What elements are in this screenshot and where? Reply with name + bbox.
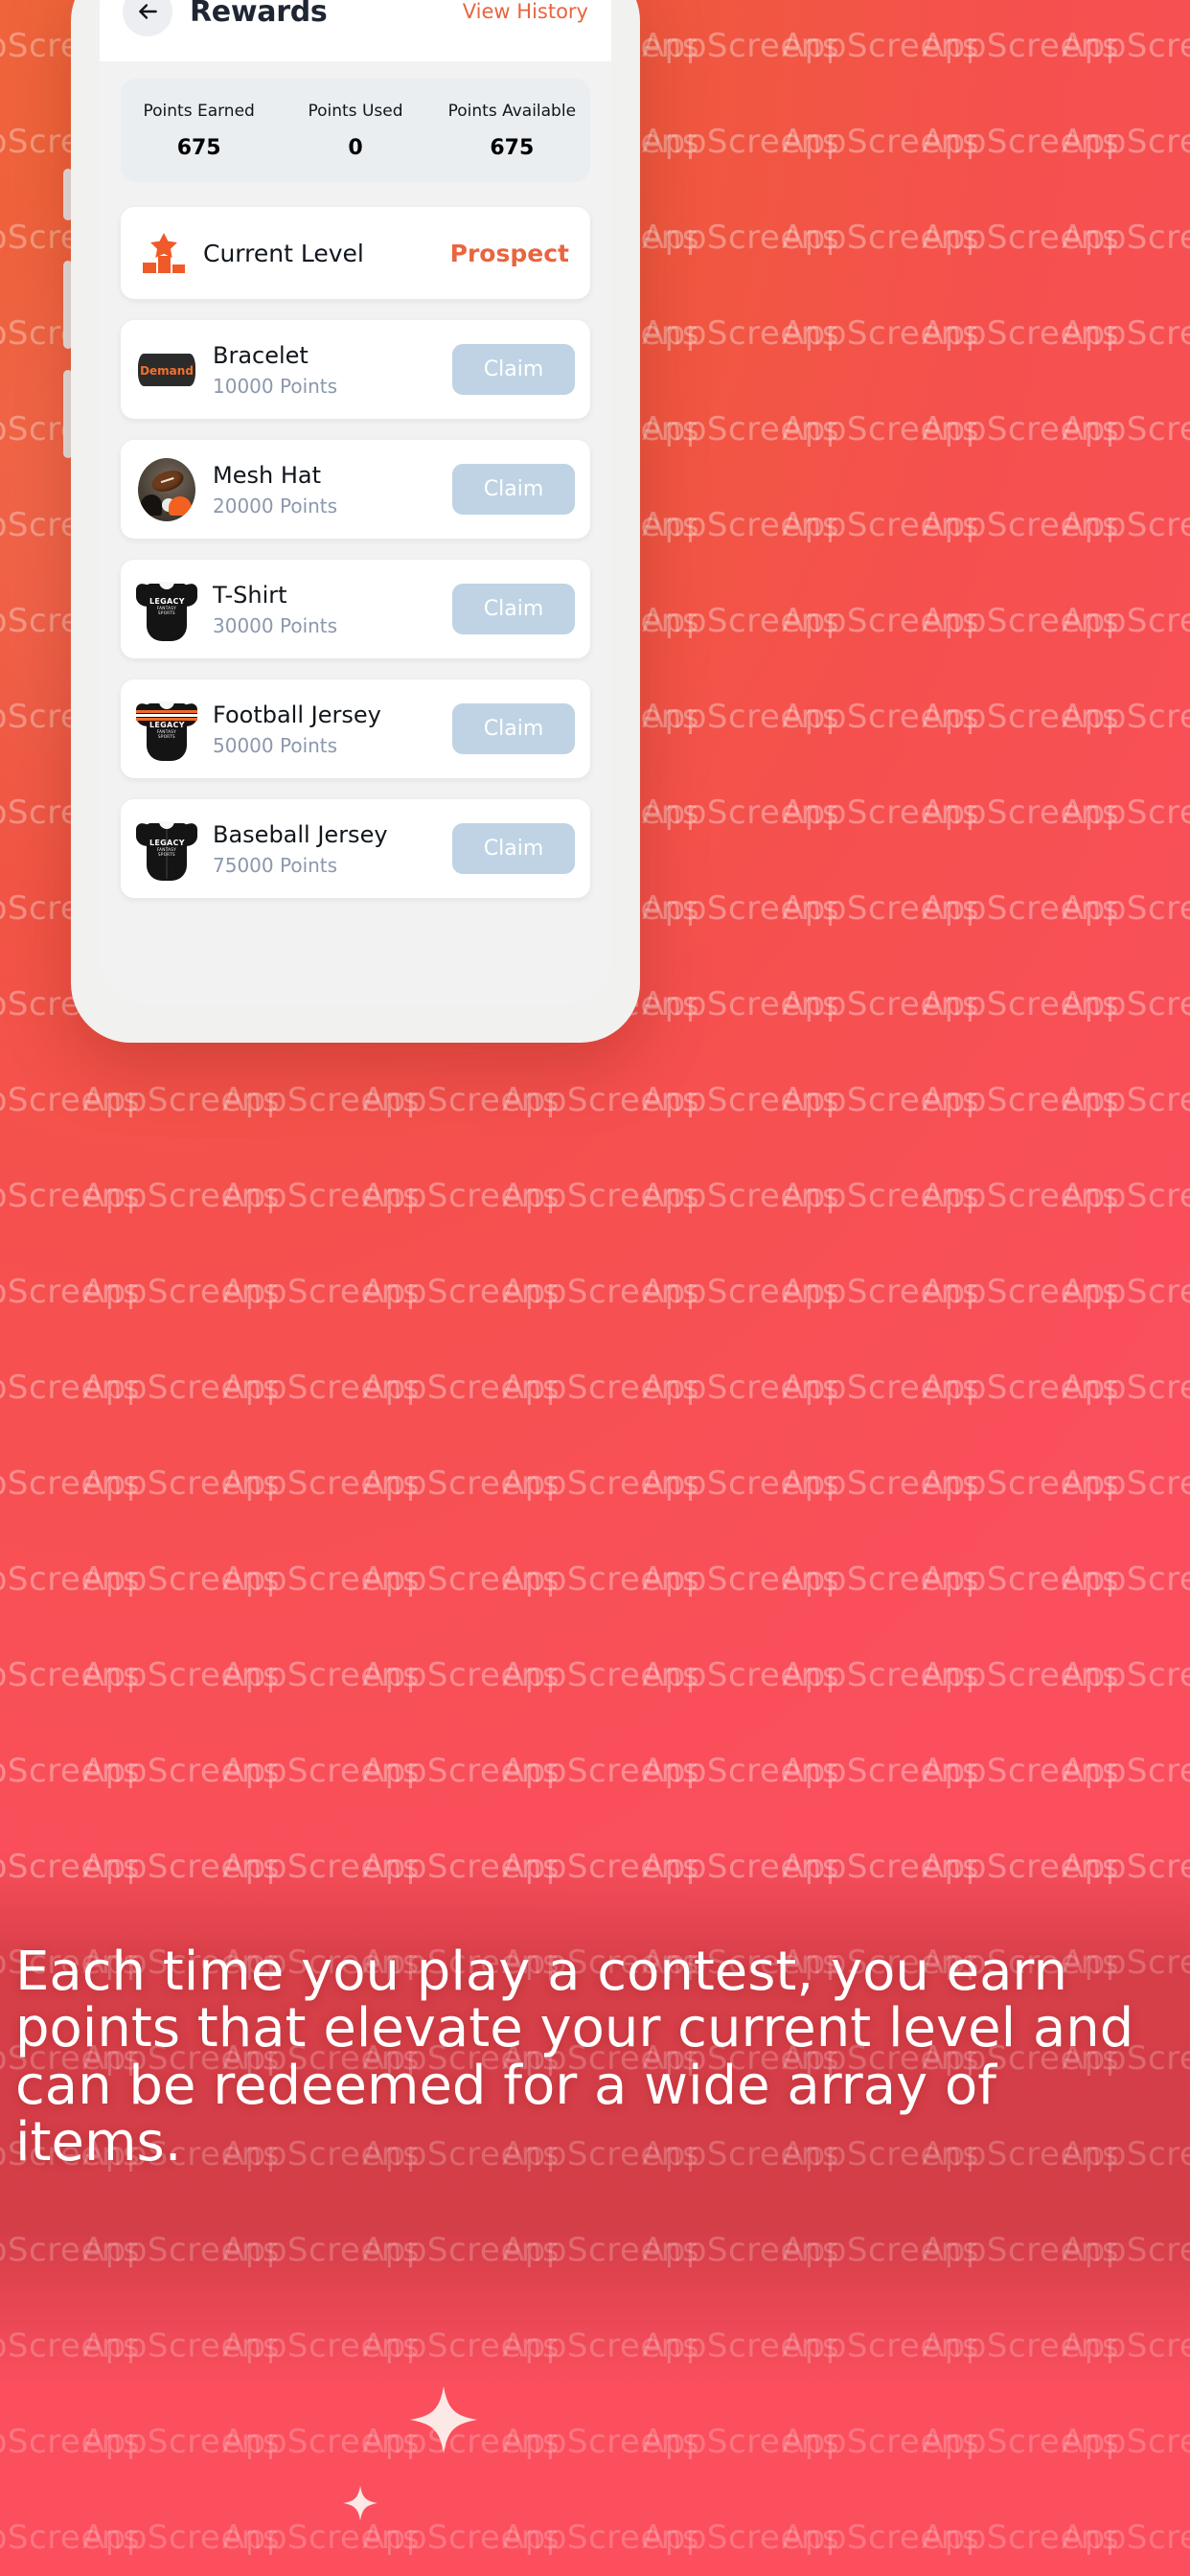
bracelet-badge-label: Demand xyxy=(140,363,194,378)
football-jersey-image: LEGACY FANTASY SPORTS xyxy=(136,696,197,763)
football-icon xyxy=(149,466,187,495)
tshirt-thumbnail: LEGACY FANTASY SPORTS xyxy=(136,576,197,643)
reward-text: Baseball Jersey 75000 Points xyxy=(213,821,452,877)
reward-name: Baseball Jersey xyxy=(213,820,388,848)
baseball-jersey-thumbnail: LEGACY FANTASY SPORTS xyxy=(136,816,197,883)
stat-label: Points Used xyxy=(308,101,403,121)
stat-value: 0 xyxy=(348,135,363,160)
jersey-stripe-orange xyxy=(136,709,197,713)
reward-row[interactable]: LEGACY FANTASY SPORTS Baseball Jersey 75… xyxy=(121,799,590,898)
stat-label: Points Earned xyxy=(143,101,255,121)
points-summary-card: Points Earned 675 Points Used 0 Points A… xyxy=(121,79,590,182)
current-level-value: Prospect xyxy=(449,239,569,267)
reward-points: 50000 Points xyxy=(213,733,338,757)
brand-logo-text: LEGACY xyxy=(149,838,185,847)
claim-button[interactable]: Claim xyxy=(452,584,575,634)
reward-name: Mesh Hat xyxy=(213,461,321,489)
claim-button[interactable]: Claim xyxy=(452,823,575,874)
brand-logo-text: LEGACY xyxy=(149,720,185,729)
brand-logo-subtext: FANTASY SPORTS xyxy=(156,846,177,857)
claim-button[interactable]: Claim xyxy=(452,344,575,395)
reward-row[interactable]: Demand Bracelet 10000 Points Claim xyxy=(121,320,590,419)
current-level-card[interactable]: Current Level Prospect xyxy=(121,207,590,299)
reward-text: Football Jersey 50000 Points xyxy=(213,702,452,757)
reward-points: 20000 Points xyxy=(213,494,338,518)
stat-label: Points Available xyxy=(447,101,577,121)
app-body[interactable]: Points Earned 675 Points Used 0 Points A… xyxy=(100,61,611,1004)
reward-points: 10000 Points xyxy=(213,374,338,398)
jersey-stripe-white xyxy=(136,713,197,717)
app-header: Rewards View History xyxy=(100,0,611,61)
caption-text: Each time you play a contest, you earn p… xyxy=(15,1941,1134,2174)
reward-name: T-Shirt xyxy=(213,581,287,609)
brand-logo-text: LEGACY xyxy=(149,596,185,606)
mesh-hat-image xyxy=(138,457,195,521)
bracelet-image: Demand xyxy=(138,353,195,386)
phone-frame: Rewards View History Points Earned 675 P… xyxy=(71,0,640,1043)
bracelet-thumbnail: Demand xyxy=(136,336,197,403)
reward-text: Bracelet 10000 Points xyxy=(213,342,452,398)
claim-button[interactable]: Claim xyxy=(452,464,575,515)
sparkle-icon-small xyxy=(343,2486,378,2520)
back-button[interactable] xyxy=(123,0,172,36)
tshirt-image: LEGACY FANTASY SPORTS xyxy=(136,576,197,643)
reward-name: Football Jersey xyxy=(213,701,381,728)
stat-points-used: Points Used 0 xyxy=(277,102,433,160)
sparkle-icon-large xyxy=(410,2386,477,2453)
podium-star-icon xyxy=(142,233,186,273)
black-cap-shape xyxy=(141,494,162,516)
brand-logo-subtext: FANTASY SPORTS xyxy=(156,605,177,615)
view-history-link[interactable]: View History xyxy=(463,0,588,23)
claim-button[interactable]: Claim xyxy=(452,703,575,754)
stat-value: 675 xyxy=(176,135,221,160)
stat-points-available: Points Available 675 xyxy=(434,102,590,160)
reward-points: 30000 Points xyxy=(213,613,338,637)
reward-row[interactable]: Mesh Hat 20000 Points Claim xyxy=(121,440,590,539)
baseball-jersey-image: LEGACY FANTASY SPORTS xyxy=(136,816,197,883)
reward-text: T-Shirt 30000 Points xyxy=(213,582,452,637)
podium-star-icon-svg xyxy=(143,233,185,273)
brand-logo-subtext: FANTASY SPORTS xyxy=(156,728,177,739)
stat-value: 675 xyxy=(490,135,535,160)
current-level-label: Current Level xyxy=(203,239,364,267)
arrow-left-icon xyxy=(139,4,157,19)
mesh-hat-thumbnail xyxy=(136,456,197,523)
reward-row[interactable]: LEGACY FANTASY SPORTS Football Jersey 50… xyxy=(121,679,590,778)
reward-text: Mesh Hat 20000 Points xyxy=(213,462,452,518)
reward-points: 75000 Points xyxy=(213,853,338,877)
reward-row[interactable]: LEGACY FANTASY SPORTS T-Shirt 30000 Poin… xyxy=(121,560,590,658)
reward-name: Bracelet xyxy=(213,341,309,369)
football-jersey-thumbnail: LEGACY FANTASY SPORTS xyxy=(136,696,197,763)
stat-points-earned: Points Earned 675 xyxy=(121,102,277,160)
phone-screen: Rewards View History Points Earned 675 P… xyxy=(100,0,611,1004)
orange-cap-shape xyxy=(169,495,192,516)
page-title: Rewards xyxy=(190,0,328,29)
